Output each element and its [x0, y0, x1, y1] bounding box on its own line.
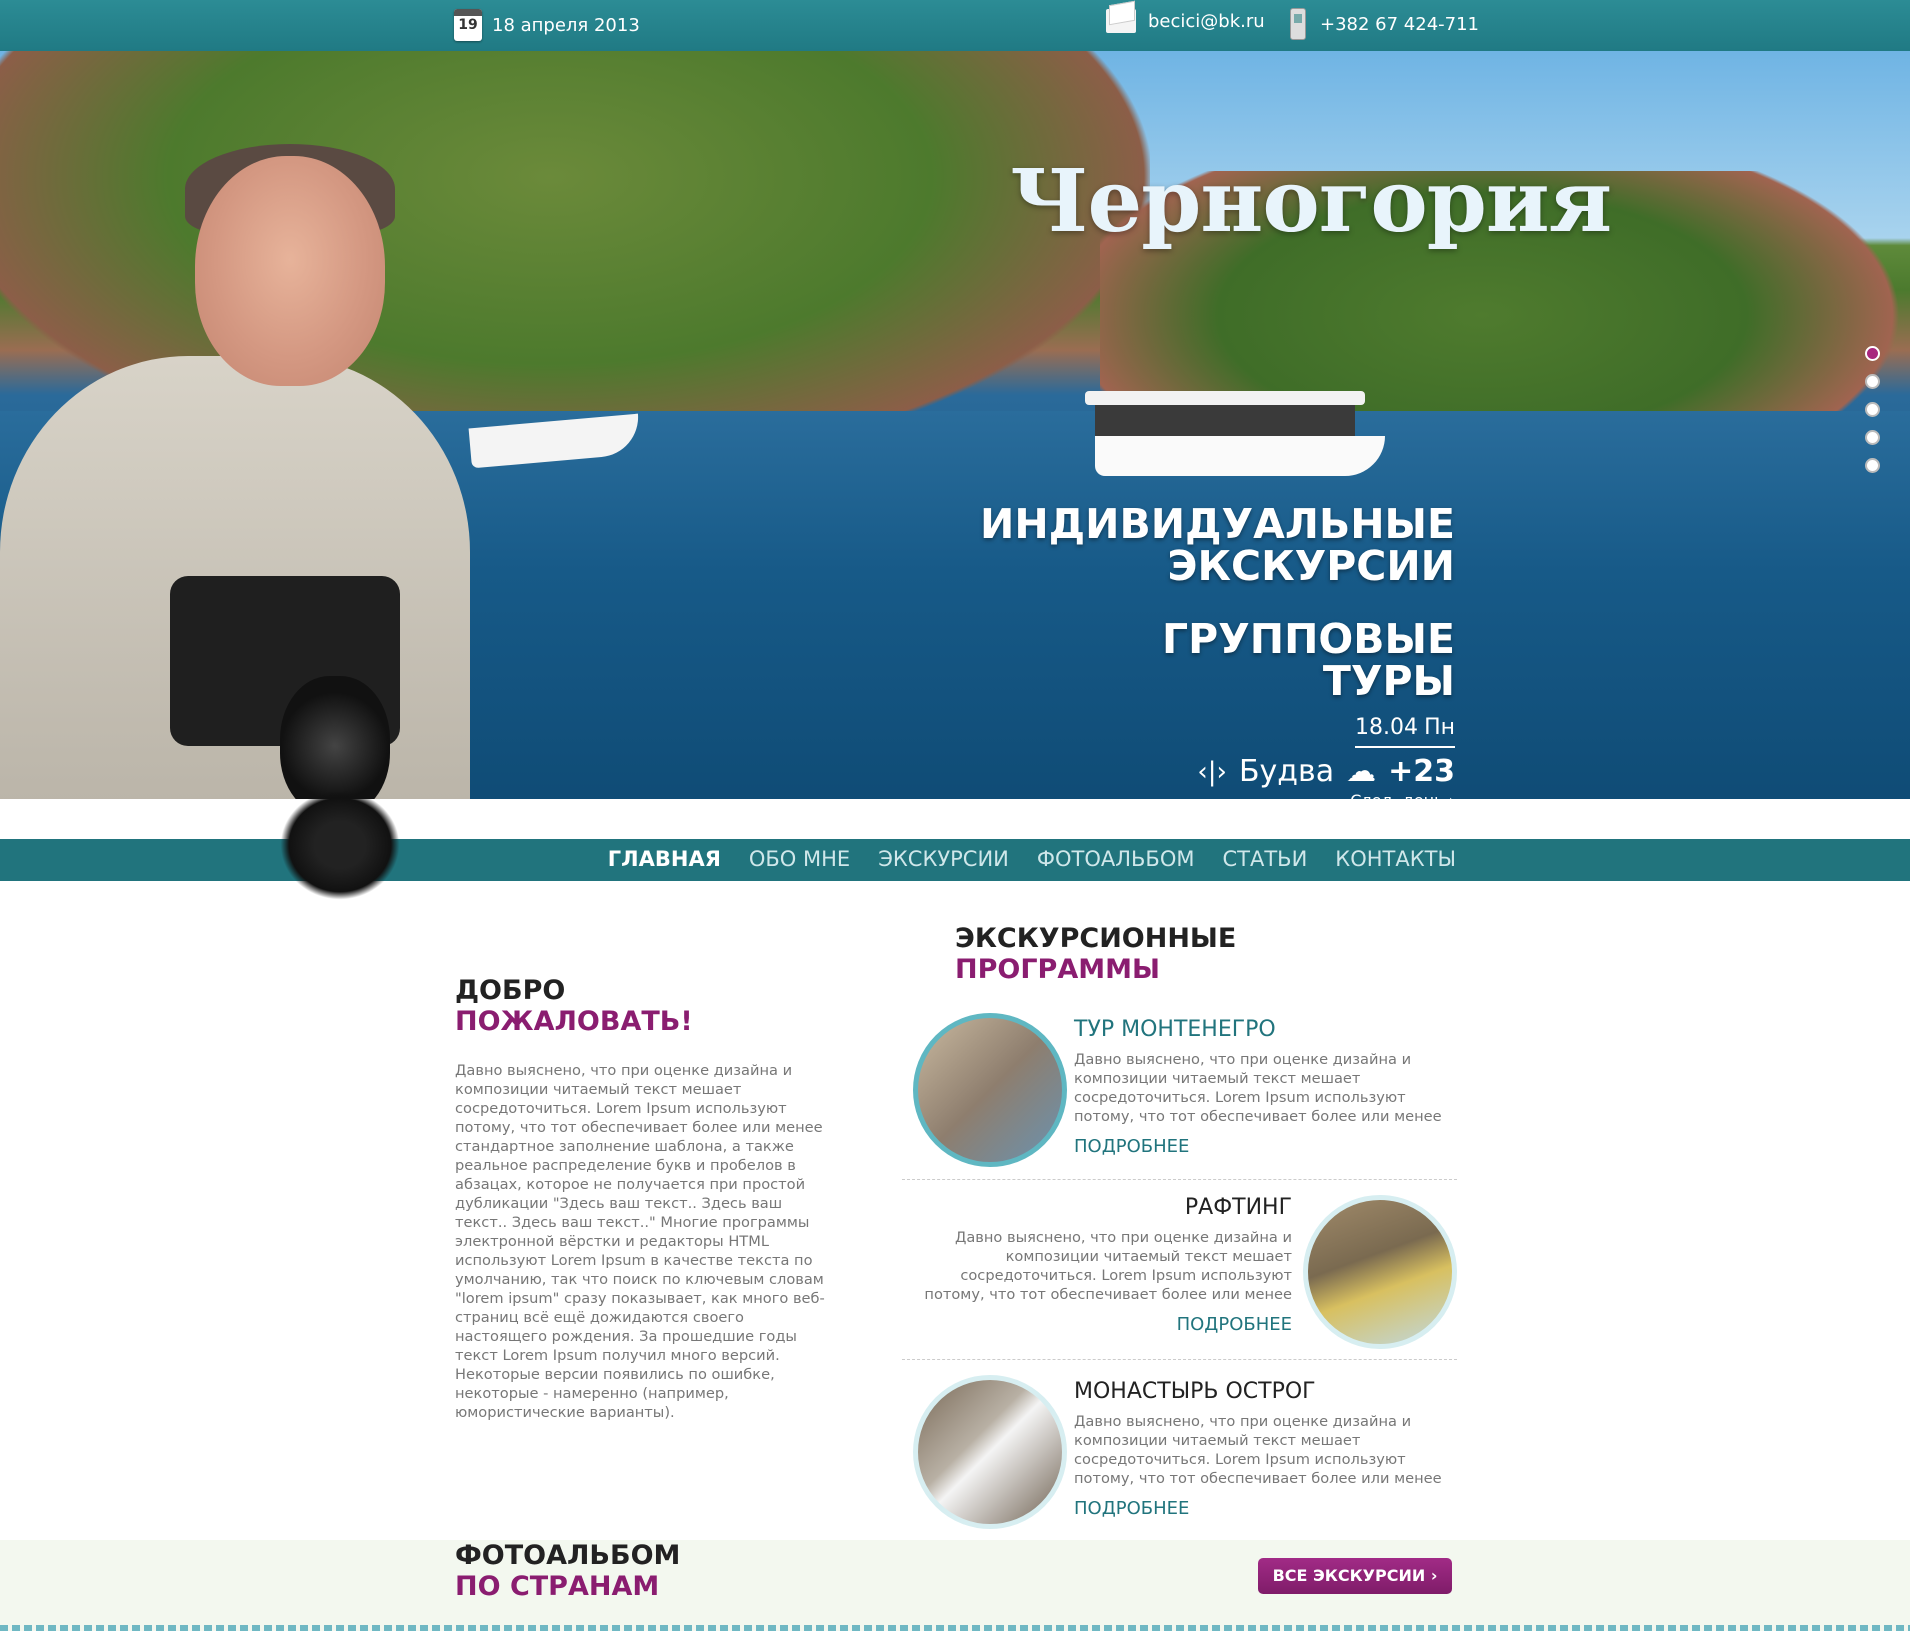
- nav-item-about[interactable]: ОБО МНЕ: [749, 847, 850, 871]
- next-day-link[interactable]: След. день ›: [1180, 791, 1455, 799]
- program-text: Давно выяснено, что при оценке дизайна и…: [924, 1229, 1292, 1303]
- more-link[interactable]: ПОДРОБНЕЕ: [902, 1314, 1292, 1335]
- slogan-group-line1: ГРУППОВЫЕ: [1161, 615, 1455, 663]
- next-day-label: След. день: [1350, 791, 1443, 799]
- programs-title-line1: ЭКСКУРСИОННЫЕ: [955, 923, 1237, 954]
- phone-number: +382 67 424-711: [1320, 13, 1479, 35]
- chevron-right-icon: ›: [1430, 1566, 1438, 1585]
- nav-item-articles[interactable]: СТАТЬИ: [1222, 847, 1307, 871]
- program-photo-montenegro[interactable]: [913, 1013, 1067, 1167]
- welcome-heading: ДОБРО ПОЖАЛОВАТЬ!: [455, 975, 835, 1037]
- program-photo-rafting[interactable]: [1303, 1195, 1457, 1349]
- welcome-title-line2: ПОЖАЛОВАТЬ!: [455, 1006, 693, 1037]
- camera-lens-overlay: [280, 790, 400, 900]
- hero-banner: Черногория ИНДИВИДУАЛЬНЫЕ ЭКСКУРСИИ ГРУП…: [0, 51, 1910, 799]
- program-title[interactable]: РАФТИНГ: [902, 1195, 1292, 1220]
- calendar-day: 19: [458, 17, 478, 33]
- photoalbum-heading: ФОТОАЛЬБОМ ПО СТРАНАМ: [455, 1540, 680, 1602]
- weather-weekday: Пн: [1424, 715, 1455, 740]
- program-title[interactable]: ТУР МОНТЕНЕГРО: [1074, 1017, 1454, 1042]
- all-excursions-button[interactable]: ВСЕ ЭКСКУРСИИ ›: [1258, 1558, 1452, 1594]
- phone-block: +382 67 424-711: [1290, 8, 1479, 40]
- nav-item-home[interactable]: ГЛАВНАЯ: [608, 847, 721, 871]
- phone-icon: [1290, 8, 1306, 40]
- program-photo-ostrog[interactable]: [913, 1375, 1067, 1529]
- album-title-line1: ФОТОАЛЬБОМ: [455, 1540, 681, 1571]
- slogan-individual-line2: ЭКСКУРСИИ: [1167, 542, 1455, 590]
- decorative-border: [0, 1625, 1910, 1631]
- email-link[interactable]: becici@bk.ru: [1148, 11, 1265, 32]
- programs-heading: ЭКСКУРСИОННЫЕ ПРОГРАММЫ: [955, 923, 1455, 985]
- photographer-image: [0, 144, 620, 799]
- program-card: РАФТИНГ Давно выяснено, что при оценке д…: [902, 1195, 1462, 1365]
- slider-dot[interactable]: [1865, 374, 1880, 389]
- program-text: Давно выяснено, что при оценке дизайна и…: [1074, 1051, 1442, 1125]
- weather-widget: 18.04 Пн ‹|› Будва ☁ +23 След. день ›: [1180, 715, 1455, 799]
- email-block[interactable]: becici@bk.ru: [1106, 9, 1265, 33]
- slogan-group[interactable]: ГРУППОВЫЕ ТУРЫ: [1162, 618, 1455, 702]
- slogan-individual[interactable]: ИНДИВИДУАЛЬНЫЕ ЭКСКУРСИИ: [980, 503, 1455, 587]
- welcome-title-line1: ДОБРО: [455, 975, 566, 1006]
- slogan-group-line2: ТУРЫ: [1322, 657, 1455, 705]
- chevron-right-icon: ›: [1449, 791, 1455, 799]
- welcome-section: ДОБРО ПОЖАЛОВАТЬ! Давно выяснено, что пр…: [455, 975, 835, 1422]
- slider-dot[interactable]: [1865, 458, 1880, 473]
- more-link[interactable]: ПОДРОБНЕЕ: [1074, 1498, 1454, 1519]
- weather-city: Будва: [1238, 754, 1335, 789]
- weather-temp: +23: [1388, 754, 1455, 789]
- slider-dot[interactable]: [1865, 430, 1880, 445]
- divider: [902, 1359, 1457, 1360]
- city-switch-icon[interactable]: ‹|›: [1197, 757, 1227, 787]
- divider: [902, 1179, 1457, 1180]
- weather-date: 18.04 Пн: [1355, 715, 1455, 748]
- top-bar: 19 18 апреля 2013 becici@bk.ru +382 67 4…: [0, 0, 1910, 52]
- weather-row: ‹|› Будва ☁ +23: [1180, 754, 1455, 789]
- nav-item-photoalbum[interactable]: ФОТОАЛЬБОМ: [1037, 847, 1195, 871]
- program-text: Давно выяснено, что при оценке дизайна и…: [1074, 1413, 1442, 1487]
- programs-title-line2: ПРОГРАММЫ: [955, 954, 1160, 985]
- more-link[interactable]: ПОДРОБНЕЕ: [1074, 1136, 1454, 1157]
- slider-dot[interactable]: [1865, 346, 1880, 361]
- program-card: МОНАСТЫРЬ ОСТРОГ Давно выяснено, что при…: [913, 1375, 1473, 1545]
- date-block: 19 18 апреля 2013: [454, 9, 640, 41]
- slider-dot[interactable]: [1865, 402, 1880, 417]
- current-date: 18 апреля 2013: [492, 14, 640, 36]
- excursion-boat: [1085, 381, 1385, 491]
- nav-item-excursions[interactable]: ЭКСКУРСИИ: [878, 847, 1009, 871]
- calendar-icon: 19: [454, 9, 482, 41]
- site-title: Черногория: [1010, 151, 1612, 252]
- program-title[interactable]: МОНАСТЫРЬ ОСТРОГ: [1074, 1379, 1454, 1404]
- slider-dots: [1865, 346, 1880, 473]
- envelope-icon: [1106, 9, 1136, 33]
- cloud-sun-icon: ☁: [1346, 754, 1377, 789]
- nav-item-contacts[interactable]: КОНТАКТЫ: [1335, 847, 1456, 871]
- weather-date-value: 18.04: [1355, 715, 1418, 740]
- slogan-individual-line1: ИНДИВИДУАЛЬНЫЕ: [980, 500, 1455, 548]
- welcome-text: Давно выяснено, что при оценке дизайна и…: [455, 1062, 825, 1421]
- all-excursions-label: ВСЕ ЭКСКУРСИИ: [1272, 1566, 1426, 1585]
- album-title-line2: ПО СТРАНАМ: [455, 1571, 660, 1602]
- photoalbum-strip: [0, 1540, 1910, 1631]
- program-card: ТУР МОНТЕНЕГРО Давно выяснено, что при о…: [913, 1013, 1473, 1183]
